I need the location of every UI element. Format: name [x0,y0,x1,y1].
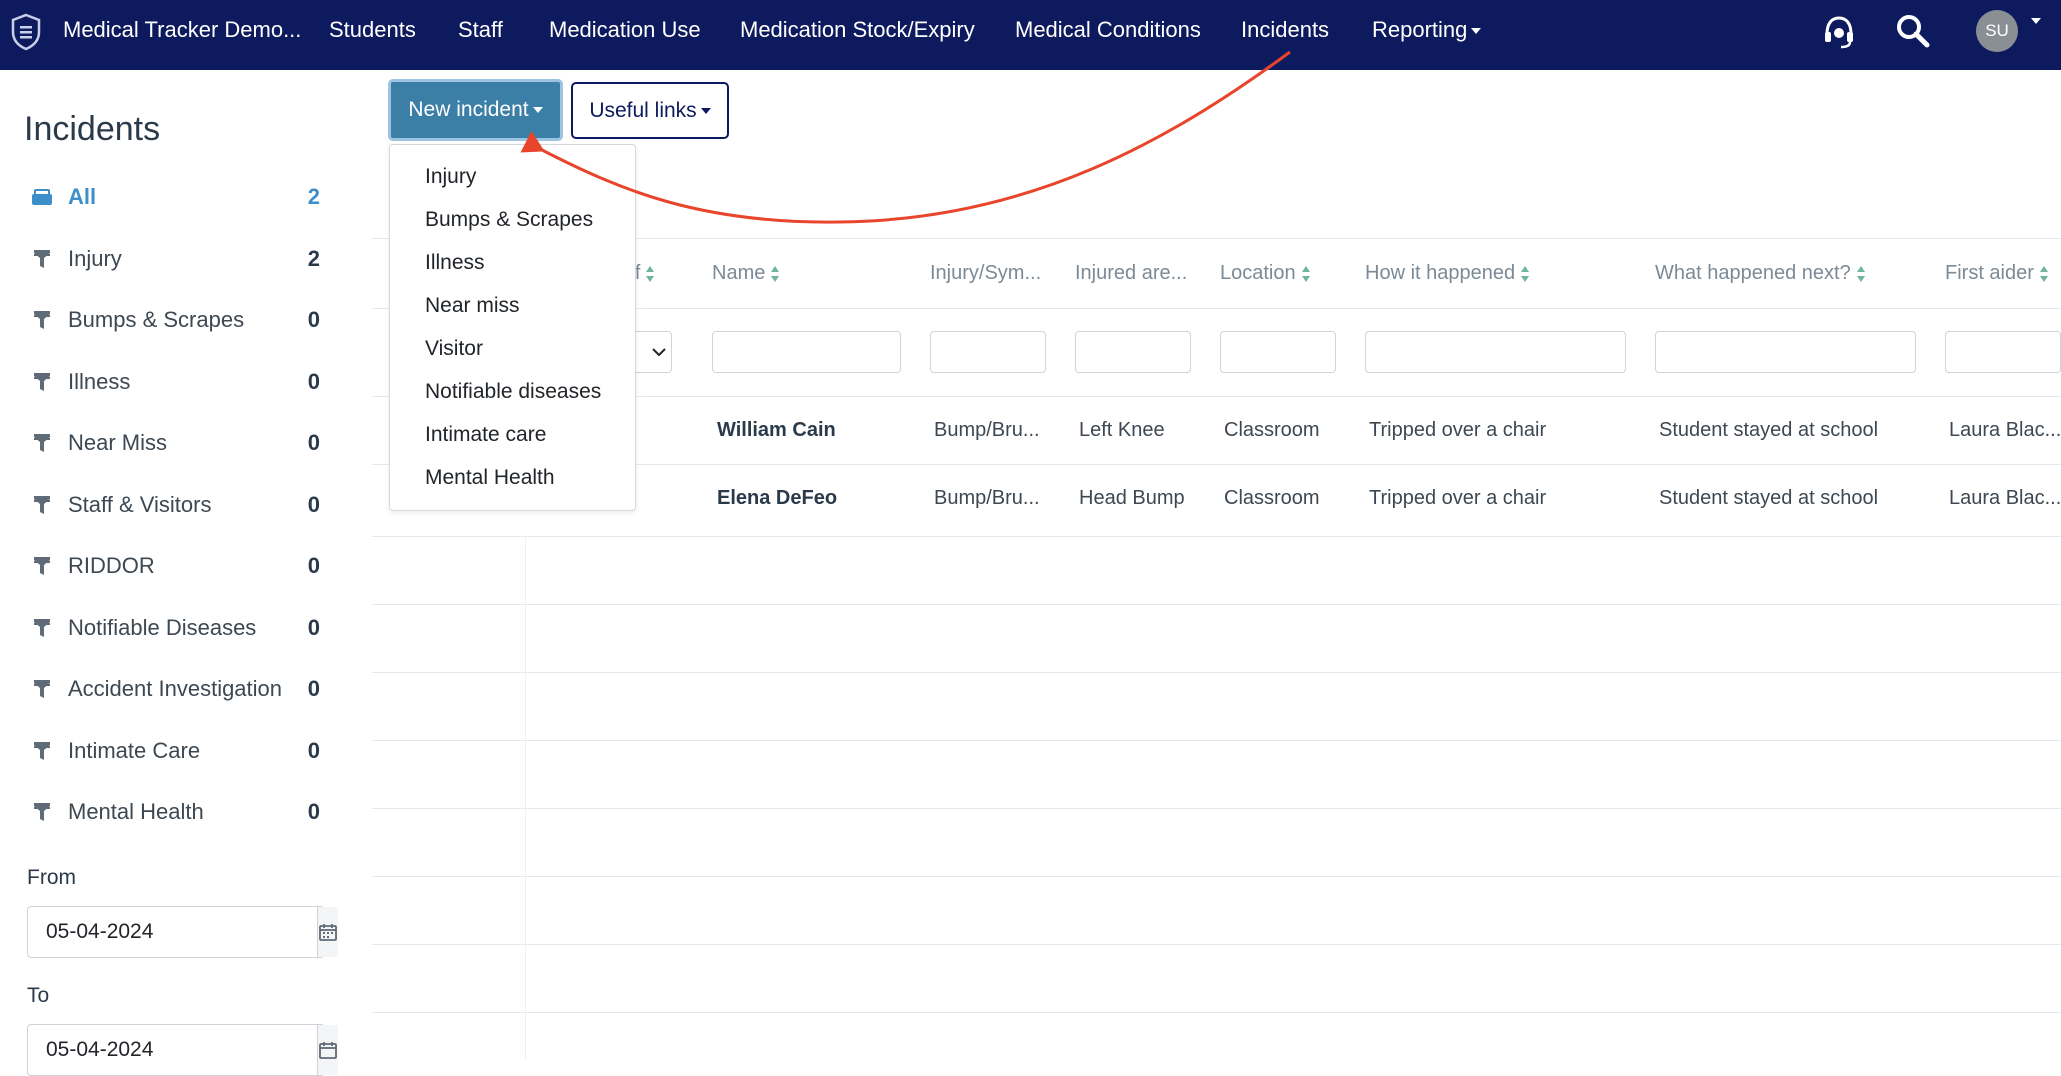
annotation-arrow [520,50,1291,224]
